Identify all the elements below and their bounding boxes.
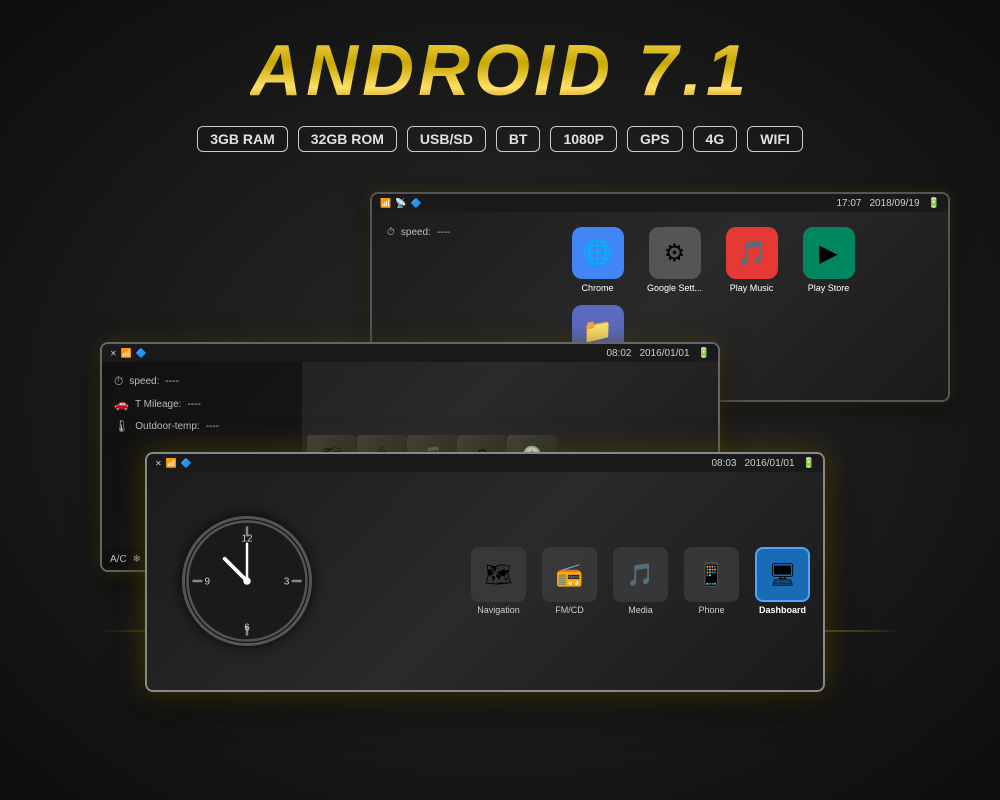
nav-icon-box: 📱 bbox=[684, 547, 739, 602]
app-icon-img: ⚙ bbox=[649, 227, 701, 279]
app-icon-img: 🎵 bbox=[726, 227, 778, 279]
bt-icon-front: 🔷 bbox=[181, 458, 192, 469]
speed-icon: ⏱ bbox=[114, 374, 123, 389]
speed-val: ---- bbox=[437, 227, 450, 238]
page-root: ANDROID 7.1 3GB RAM 32GB ROM USB/SD BT 1080P… bbox=[0, 0, 1000, 800]
spec-badge: 32GB ROM bbox=[298, 126, 397, 152]
mid-temp-label: Outdoor-temp: bbox=[135, 421, 199, 432]
app-icon[interactable]: 🌐 Chrome bbox=[565, 227, 630, 293]
nav-item[interactable]: 🎵 Media bbox=[608, 547, 673, 615]
nav-label: FM/CD bbox=[555, 605, 584, 615]
nav-label: Navigation bbox=[477, 605, 520, 615]
spec-badge: 3GB RAM bbox=[197, 126, 288, 152]
speedometer-icon: ⏱ bbox=[387, 227, 395, 238]
svg-text:6: 6 bbox=[244, 623, 250, 634]
screen-front: ✕ 📶 🔷 08:03 2016/01/01 🔋 bbox=[145, 452, 825, 692]
spec-badge: 4G bbox=[693, 126, 738, 152]
screen-back-time-area: 17:07 2018/09/19 🔋 bbox=[836, 198, 940, 209]
bt-icon-mid: 🔷 bbox=[136, 348, 147, 359]
nav-icon-box: 🎵 bbox=[613, 547, 668, 602]
mid-speed-label: speed: bbox=[129, 376, 159, 387]
screen-front-content: 12 3 6 9 bbox=[147, 472, 823, 690]
x-icon: ✕ bbox=[110, 349, 117, 358]
bt-icon: 🔷 bbox=[410, 198, 421, 209]
nav-icon-box: 🖥 bbox=[755, 547, 810, 602]
mid-mileage-val: ---- bbox=[187, 399, 200, 410]
battery-icon-front: 🔋 bbox=[803, 458, 815, 469]
speed-row: ⏱ speed: ---- bbox=[387, 227, 535, 238]
title-section: ANDROID 7.1 3GB RAM 32GB ROM USB/SD BT 1080P… bbox=[0, 0, 1000, 152]
nav-item[interactable]: 🖥 Dashboard bbox=[750, 547, 815, 615]
spec-badge: USB/SD bbox=[407, 126, 486, 152]
screen-front-status-icons: ✕ 📶 🔷 bbox=[155, 458, 192, 469]
spec-badge: 1080P bbox=[550, 126, 616, 152]
app-icon-label: Play Store bbox=[808, 283, 850, 293]
wifi-icon: 📶 bbox=[380, 198, 391, 209]
analog-clock: 12 3 6 9 bbox=[182, 516, 312, 646]
clock-svg: 12 3 6 9 bbox=[185, 519, 309, 643]
wifi-icon-mid: 📶 bbox=[121, 348, 132, 359]
nav-icon-box: 🗺 bbox=[471, 547, 526, 602]
screen-front-header: ✕ 📶 🔷 08:03 2016/01/01 🔋 bbox=[147, 454, 823, 472]
screens-container: 📶 📡 🔷 17:07 2018/09/19 🔋 ⏱ speed: ---- bbox=[0, 172, 1000, 692]
app-icon[interactable]: ▶ Play Store bbox=[796, 227, 861, 293]
spec-badge: BT bbox=[496, 126, 541, 152]
battery-icon-mid: 🔋 bbox=[698, 348, 710, 359]
svg-text:3: 3 bbox=[284, 577, 290, 588]
ac-snowflake-icon: ❄ bbox=[133, 554, 141, 565]
app-icon-img: ▶ bbox=[803, 227, 855, 279]
app-icon[interactable]: 🎵 Play Music bbox=[719, 227, 784, 293]
spec-badge: GPS bbox=[627, 126, 683, 152]
ac-label: A/C bbox=[110, 554, 127, 565]
screen-back-info: ⏱ speed: ---- bbox=[372, 212, 550, 253]
battery-icon: 🔋 bbox=[928, 198, 940, 209]
nav-icon-box: 📻 bbox=[542, 547, 597, 602]
app-icon-label: Play Music bbox=[730, 283, 774, 293]
nav-items-container: 🗺 Navigation 📻 FM/CD 🎵 Media 📱 Phone 🖥 D… bbox=[347, 537, 823, 625]
car-icon: 🚗 bbox=[114, 397, 129, 411]
android-title: ANDROID 7.1 bbox=[250, 30, 750, 112]
screen-front-date: 2016/01/01 bbox=[744, 458, 794, 469]
mid-temp-row: 🌡 Outdoor-temp: ---- bbox=[114, 419, 290, 433]
nav-item[interactable]: 📻 FM/CD bbox=[537, 547, 602, 615]
nav-item[interactable]: 🗺 Navigation bbox=[466, 547, 531, 615]
wifi-icon-front: 📶 bbox=[166, 458, 177, 469]
screen-front-time-area: 08:03 2016/01/01 🔋 bbox=[711, 458, 815, 469]
x-icon-front: ✕ bbox=[155, 459, 162, 468]
app-icon-label: Google Sett... bbox=[647, 283, 702, 293]
speed-label: speed: bbox=[401, 227, 431, 238]
mid-speed-row: ⏱ speed: ---- bbox=[114, 374, 290, 389]
nav-label: Dashboard bbox=[759, 605, 806, 615]
mid-temp-val: ---- bbox=[206, 421, 219, 432]
mid-mileage-row: 🚗 T Mileage: ---- bbox=[114, 397, 290, 411]
nav-label: Media bbox=[628, 605, 653, 615]
screen-mid-header: ✕ 📶 🔷 08:02 2016/01/01 🔋 bbox=[102, 344, 718, 362]
screen-back-time: 17:07 bbox=[836, 198, 861, 209]
app-icon-label: Chrome bbox=[581, 283, 613, 293]
nav-item[interactable]: 📱 Phone bbox=[679, 547, 744, 615]
spec-badge: WIFI bbox=[747, 126, 803, 152]
signal-icon: 📡 bbox=[395, 198, 406, 209]
screen-back-status-icons: 📶 📡 🔷 bbox=[380, 198, 422, 209]
screen-back-header: 📶 📡 🔷 17:07 2018/09/19 🔋 bbox=[372, 194, 948, 212]
screen-mid-time-area: 08:02 2016/01/01 🔋 bbox=[606, 348, 710, 359]
screen-mid-time: 08:02 bbox=[606, 348, 631, 359]
app-icon-img: 🌐 bbox=[572, 227, 624, 279]
screen-front-time: 08:03 bbox=[711, 458, 736, 469]
clock-area: 12 3 6 9 bbox=[147, 472, 347, 690]
specs-row: 3GB RAM 32GB ROM USB/SD BT 1080P GPS 4G WIFI bbox=[0, 126, 1000, 152]
screen-mid-date: 2016/01/01 bbox=[639, 348, 689, 359]
screen-back-date: 2018/09/19 bbox=[869, 198, 919, 209]
mid-mileage-label: T Mileage: bbox=[135, 399, 182, 410]
mid-speed-val: ---- bbox=[165, 376, 178, 387]
app-icon[interactable]: ⚙ Google Sett... bbox=[642, 227, 707, 293]
nav-label: Phone bbox=[698, 605, 724, 615]
temp-icon: 🌡 bbox=[114, 419, 129, 433]
screen-mid-status-icons: ✕ 📶 🔷 bbox=[110, 348, 147, 359]
svg-text:9: 9 bbox=[205, 577, 211, 588]
